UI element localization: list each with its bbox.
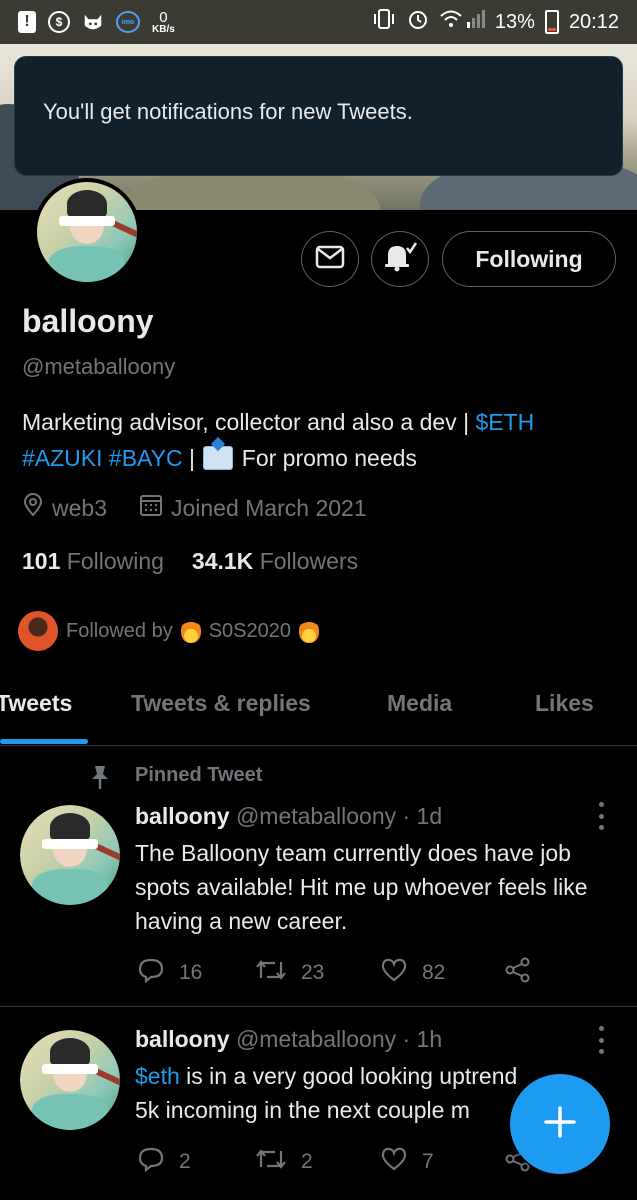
vibrate-icon (371, 8, 397, 36)
profile-avatar[interactable] (33, 178, 141, 286)
plus-icon (543, 1105, 577, 1144)
tweet-actions: 16 23 82 (137, 957, 532, 989)
share-icon (504, 957, 532, 989)
tab-tweets-replies[interactable]: Tweets & replies (131, 690, 311, 717)
following-button[interactable]: Following (442, 231, 616, 287)
bell-check-icon (382, 241, 418, 278)
network-speed-unit: KB/s (152, 23, 175, 35)
tweet-header: balloony @metaballoony · 1h (135, 1026, 442, 1053)
following-count: 101 (22, 548, 61, 574)
tweet-text-line: is in a very good looking uptrend (179, 1063, 518, 1089)
notifications-button[interactable] (371, 231, 429, 287)
profile-meta: web3 Joined March 2021 (22, 493, 367, 523)
followed-by-name: S0S2020 (208, 619, 292, 642)
pinned-tweet-label: Pinned Tweet (135, 764, 263, 786)
tweet-more-icon[interactable] (596, 802, 606, 830)
share-button[interactable] (504, 957, 532, 989)
profile-location: web3 (52, 494, 107, 521)
heart-icon (380, 1146, 408, 1178)
compose-tweet-button[interactable] (510, 1074, 610, 1174)
like-count: 7 (422, 1150, 434, 1173)
battery-percent: 13% (494, 10, 535, 33)
followers-count: 34.1K (191, 548, 254, 574)
followed-by-label: Followed by (66, 619, 173, 642)
followers-label: Followers (259, 548, 359, 574)
reply-icon (137, 1146, 165, 1178)
profile-handle: @metaballoony (22, 354, 176, 379)
tweet-author-meta: @metaballoony · 1h (235, 1026, 443, 1052)
profile-name: balloony (22, 303, 154, 339)
followers-link[interactable]: 34.1K Followers (192, 548, 358, 575)
toast-message: You'll get notifications for new Tweets. (43, 99, 413, 124)
retweet-count: 2 (301, 1150, 313, 1173)
tweet-text-line: 5k incoming in the next couple m (135, 1097, 470, 1123)
clock: 20:12 (568, 10, 619, 33)
retweet-button[interactable]: 23 (255, 958, 380, 988)
fire-icon (299, 619, 320, 643)
calendar-icon (139, 493, 163, 523)
wifi-signal-icon (439, 8, 485, 36)
reply-button[interactable]: 16 (137, 957, 255, 989)
tab-likes[interactable]: Likes (535, 690, 594, 717)
network-speed: 0 KB/s (152, 10, 175, 35)
tweet-actions: 2 2 7 (137, 1146, 532, 1178)
incoming-envelope-icon (203, 446, 234, 470)
tweet-author-meta: @metaballoony · 1d (235, 803, 443, 829)
imo-icon: imo (116, 11, 140, 33)
follower-avatar (18, 611, 58, 651)
profile-bio: Marketing advisor, collector and also a … (22, 404, 622, 476)
message-button[interactable] (301, 231, 359, 287)
location-pin-icon (22, 493, 44, 523)
like-button[interactable]: 82 (380, 957, 504, 989)
tweet-author-name[interactable]: balloony (135, 1026, 230, 1052)
followed-by[interactable]: Followed by S0S2020 (18, 611, 320, 651)
like-button[interactable]: 7 (380, 1146, 504, 1178)
bio-text: Marketing advisor, collector and also a … (22, 409, 476, 435)
profile-tabs: Tweets Tweets & replies Media Likes (0, 676, 637, 746)
tweet-author-name[interactable]: balloony (135, 803, 230, 829)
bio-promo-text: For promo needs (235, 445, 417, 471)
tweet-text: The Balloony team currently does have jo… (135, 840, 588, 934)
bio-cashtag-eth[interactable]: $ETH (475, 409, 534, 435)
cat-app-icon (82, 11, 104, 33)
tweet-avatar[interactable] (20, 1030, 120, 1130)
pin-icon (90, 764, 110, 790)
reply-icon (137, 957, 165, 989)
active-tab-indicator (0, 739, 88, 744)
retweet-icon (255, 958, 287, 988)
follow-counts: 101 Following 34.1K Followers (22, 548, 358, 575)
bio-hashtag-azuki[interactable]: #AZUKI (22, 445, 103, 471)
bio-separator: | (182, 445, 202, 471)
tweet-avatar[interactable] (20, 805, 120, 905)
alert-icon: ! (18, 11, 36, 33)
retweet-icon (255, 1147, 287, 1177)
tab-tweets[interactable]: Tweets (0, 690, 72, 717)
reply-count: 2 (179, 1150, 191, 1173)
tab-media[interactable]: Media (387, 690, 452, 717)
reply-button[interactable]: 2 (137, 1146, 255, 1178)
reply-count: 16 (179, 961, 203, 984)
battery-icon (544, 10, 559, 34)
tweet-cashtag-eth[interactable]: $eth (135, 1063, 180, 1089)
following-label: Following (66, 548, 164, 574)
money-icon: $ (48, 11, 70, 33)
bio-hashtag-bayc[interactable]: #BAYC (109, 445, 183, 471)
following-link[interactable]: 101 Following (22, 548, 164, 575)
notification-toast: You'll get notifications for new Tweets. (14, 56, 623, 176)
tweet-divider (0, 1006, 637, 1007)
tweet-header: balloony @metaballoony · 1d (135, 803, 442, 830)
status-bar: ! $ imo 0 KB/s 13% 20:12 (0, 0, 637, 44)
envelope-icon (315, 245, 345, 274)
network-speed-value: 0 (159, 8, 168, 26)
alarm-icon (407, 8, 429, 36)
tweet-more-icon[interactable] (596, 1026, 606, 1054)
heart-icon (380, 957, 408, 989)
retweet-count: 23 (301, 961, 325, 984)
profile-joined: Joined March 2021 (170, 494, 367, 521)
like-count: 82 (422, 961, 446, 984)
retweet-button[interactable]: 2 (255, 1147, 380, 1177)
fire-icon (180, 619, 201, 643)
